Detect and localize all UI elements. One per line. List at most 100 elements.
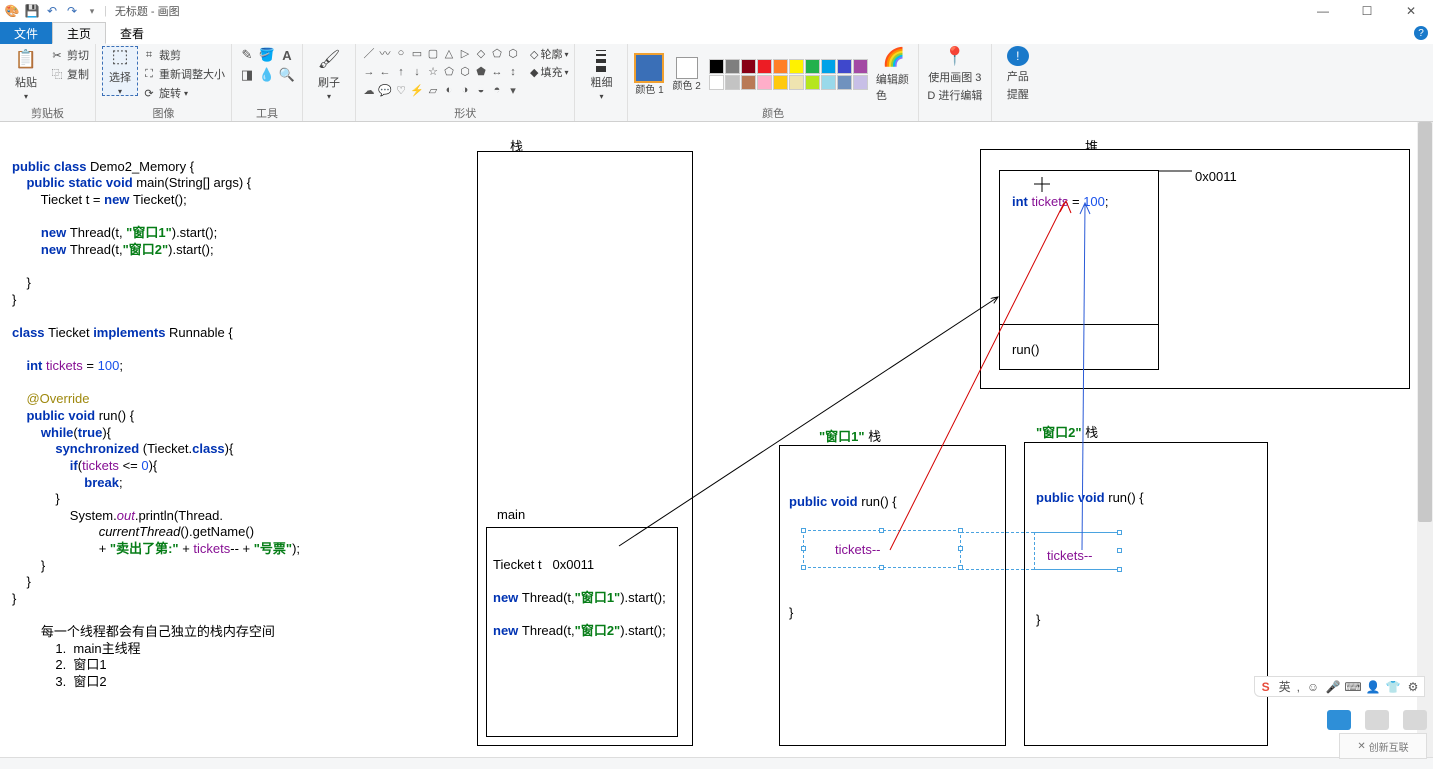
color-swatch[interactable]: [821, 75, 836, 90]
fill-icon[interactable]: 🪣: [258, 46, 276, 64]
resize-button[interactable]: ⛶重新调整大小: [142, 65, 225, 83]
edit-colors-button[interactable]: 🌈编辑颜色: [876, 47, 912, 103]
quick-access-toolbar: 🎨 💾 ↶ ↷ ▾: [0, 3, 104, 19]
group-clipboard: 📋粘贴▾ ✂剪切 ⿻复制 剪贴板: [0, 44, 96, 121]
color-swatch[interactable]: [853, 59, 868, 74]
alert-button[interactable]: !产品提醒: [998, 46, 1038, 102]
canvas-area[interactable]: public class Demo2_Memory { public stati…: [0, 122, 1425, 757]
color-swatch[interactable]: [757, 59, 772, 74]
text-icon[interactable]: A: [278, 46, 296, 64]
maximize-button[interactable]: ☐: [1345, 0, 1389, 22]
color-swatch[interactable]: [805, 75, 820, 90]
tab-file[interactable]: 文件: [0, 22, 52, 44]
color-swatch[interactable]: [837, 59, 852, 74]
divider: |: [104, 5, 107, 17]
color1-button[interactable]: 颜色 1: [634, 53, 664, 96]
zoom-icon[interactable]: 🔍: [278, 66, 296, 84]
color-swatch[interactable]: [821, 59, 836, 74]
group-paint3d: 📍使用画图 3D 进行编辑: [919, 44, 992, 121]
color-swatch[interactable]: [773, 75, 788, 90]
window-title: 无标题 - 画图: [115, 3, 180, 19]
color2-button[interactable]: 颜色 2: [672, 57, 700, 92]
save-icon[interactable]: 💾: [24, 3, 40, 19]
win2-run-sig: public void run() {: [1036, 490, 1144, 507]
heap-run: run(): [1012, 342, 1039, 359]
size-button[interactable]: 粗细▾: [581, 46, 621, 102]
status-bar: [0, 757, 1433, 769]
win2-label: "窗口2" 栈: [1036, 425, 1098, 442]
group-size: 粗细▾: [575, 44, 628, 121]
color-swatch[interactable]: [725, 59, 740, 74]
close-button[interactable]: ✕: [1389, 0, 1433, 22]
color-swatch[interactable]: [709, 59, 724, 74]
win1-run-sig: public void run() {: [789, 494, 897, 511]
color-swatch[interactable]: [709, 75, 724, 90]
pencil-icon[interactable]: ✎: [238, 46, 256, 64]
heap-addr: 0x0011: [1195, 169, 1237, 186]
heap-var: int tickets = 100;: [1012, 194, 1109, 211]
title-bar: 🎨 💾 ↶ ↷ ▾ | 无标题 - 画图 — ☐ ✕: [0, 0, 1433, 22]
color-swatch[interactable]: [773, 59, 788, 74]
undo-icon[interactable]: ↶: [44, 3, 60, 19]
help-button[interactable]: ?: [1409, 22, 1433, 44]
color-swatch[interactable]: [725, 75, 740, 90]
tab-home[interactable]: 主页: [52, 22, 106, 44]
group-label: 图像: [153, 105, 175, 121]
ime-toolbar[interactable]: S 英, ☺🎤⌨👤👕⚙: [1254, 676, 1425, 697]
scrollbar-thumb[interactable]: [1418, 122, 1432, 522]
color-swatch[interactable]: [805, 59, 820, 74]
color-swatch[interactable]: [741, 75, 756, 90]
shape-fill-button[interactable]: ◆填充▾: [530, 64, 568, 80]
color-palette[interactable]: [709, 59, 868, 90]
rotate-button[interactable]: ⟳旋转▾: [142, 84, 225, 102]
win1-tickets: tickets--: [835, 542, 881, 559]
minimize-button[interactable]: —: [1301, 0, 1345, 22]
code-block: public class Demo2_Memory { public stati…: [12, 142, 300, 691]
vertical-scrollbar[interactable]: [1417, 122, 1433, 757]
group-tools: ✎ 🪣 A ◨ 💧 🔍 工具: [232, 44, 303, 121]
app-icon: 🎨: [4, 3, 20, 19]
group-brush: 🖌刷子▾: [303, 44, 356, 121]
group-colors: 颜色 1 颜色 2 🌈编辑颜色 颜色: [628, 44, 918, 121]
main-code: Tiecket t 0x0011 new Thread(t,"窗口1").sta…: [493, 540, 666, 640]
win2-box: [1024, 442, 1268, 746]
group-shapes: ／〰○▭▢△▷◇⬠⬡ →←↑↓☆⬠⬡⬟↔↕ ☁💬♡⚡▱◐◑◒◓▾ ◇轮廓▾ ◆填…: [356, 44, 575, 121]
select-button[interactable]: ⬚选择▾: [102, 46, 138, 96]
win2-selection-ext: [961, 532, 1119, 570]
win2-tickets: tickets--: [1047, 548, 1093, 565]
brush-button[interactable]: 🖌刷子▾: [309, 46, 349, 102]
qat-dropdown-icon[interactable]: ▾: [84, 3, 100, 19]
ribbon-tabs: 文件 主页 查看 ?: [0, 22, 1433, 44]
shape-outline-button[interactable]: ◇轮廓▾: [530, 46, 568, 62]
shapes-gallery[interactable]: ／〰○▭▢△▷◇⬠⬡ →←↑↓☆⬠⬡⬟↔↕ ☁💬♡⚡▱◐◑◒◓▾: [362, 46, 520, 100]
main-label: main: [497, 507, 525, 524]
paste-button[interactable]: 📋粘贴▾: [6, 46, 46, 102]
win2-brace: }: [1036, 612, 1040, 629]
picker-icon[interactable]: 💧: [258, 66, 276, 84]
win1-label: "窗口1" 栈: [819, 429, 881, 446]
copy-button[interactable]: ⿻复制: [50, 65, 89, 83]
win1-box: [779, 445, 1006, 746]
eraser-icon[interactable]: ◨: [238, 66, 256, 84]
color-swatch[interactable]: [757, 75, 772, 90]
watermark: ✕ 创新互联: [1327, 710, 1427, 759]
group-label: 形状: [454, 105, 476, 121]
color-swatch[interactable]: [789, 75, 804, 90]
group-image: ⬚选择▾ ⌗裁剪 ⛶重新调整大小 ⟳旋转▾ 图像: [96, 44, 232, 121]
group-label: 剪贴板: [31, 105, 64, 121]
group-label: 颜色: [762, 105, 784, 121]
tab-view[interactable]: 查看: [106, 22, 158, 44]
color-swatch[interactable]: [789, 59, 804, 74]
group-alert: !产品提醒: [992, 44, 1044, 121]
win1-selection[interactable]: [803, 530, 961, 568]
redo-icon[interactable]: ↷: [64, 3, 80, 19]
cut-button[interactable]: ✂剪切: [50, 46, 89, 64]
color-swatch[interactable]: [853, 75, 868, 90]
crop-button[interactable]: ⌗裁剪: [142, 46, 225, 64]
ribbon: 📋粘贴▾ ✂剪切 ⿻复制 剪贴板 ⬚选择▾ ⌗裁剪 ⛶重新调整大小 ⟳旋转▾ 图…: [0, 44, 1433, 122]
color-swatch[interactable]: [837, 75, 852, 90]
win1-brace: }: [789, 605, 793, 622]
paint3d-button[interactable]: 📍使用画图 3D 进行编辑: [925, 46, 985, 102]
color-swatch[interactable]: [741, 59, 756, 74]
group-label: 工具: [256, 105, 278, 121]
